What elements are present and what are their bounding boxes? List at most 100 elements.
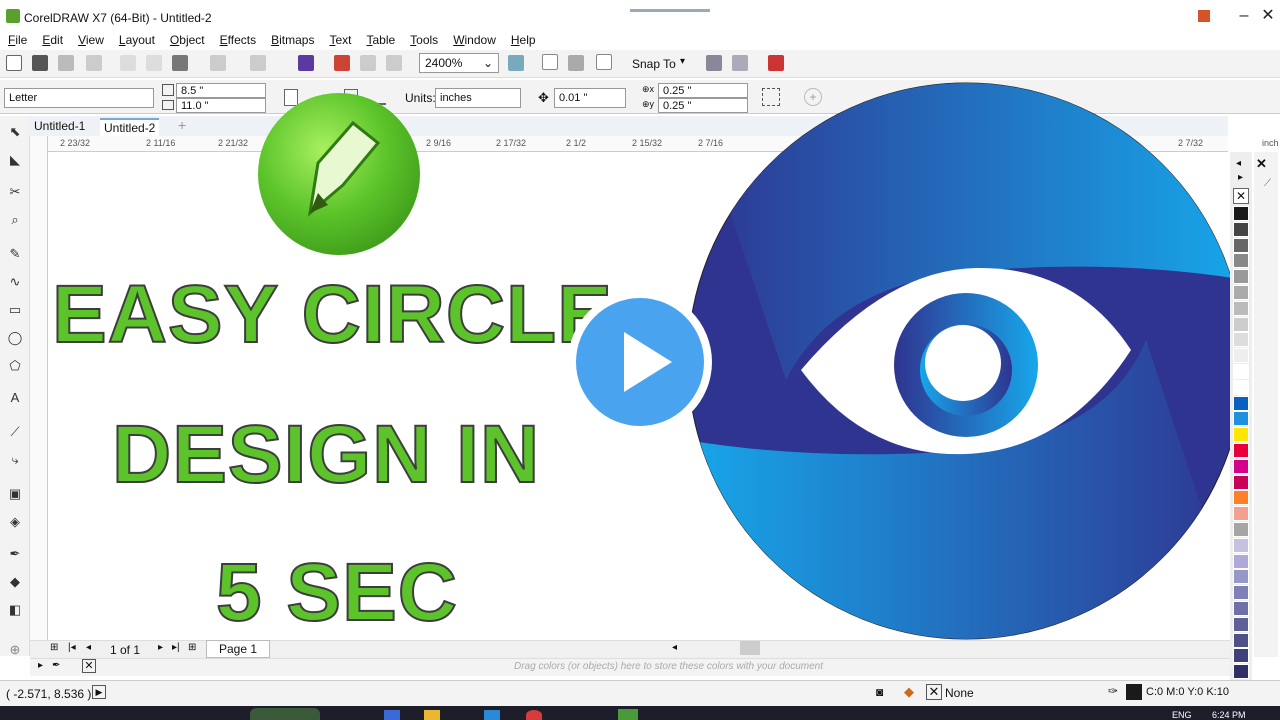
status-play-icon[interactable]: ▶ <box>92 685 106 699</box>
menu-layout[interactable]: Layout <box>111 33 162 47</box>
rectangle-tool-icon[interactable]: ▭ <box>6 302 24 320</box>
close-docker-icon[interactable]: ✕ <box>1256 156 1267 172</box>
first-page-icon[interactable]: ⊞ <box>50 642 58 653</box>
copy-icon[interactable] <box>146 55 162 71</box>
page-tab[interactable]: Page 1 <box>206 640 271 658</box>
palette-swatch[interactable] <box>1233 553 1249 569</box>
palette-swatch[interactable] <box>1233 395 1249 411</box>
palette-swatch[interactable] <box>1233 585 1249 601</box>
palette-scroll-up-icon[interactable]: ▸ <box>1238 172 1243 183</box>
palette-swatch[interactable] <box>1233 632 1249 648</box>
palette-swatch[interactable] <box>1233 348 1249 364</box>
palette-swatch[interactable] <box>1233 506 1249 522</box>
fill-settings-icon[interactable]: ◙ <box>876 685 883 699</box>
tab-untitled-2[interactable]: Untitled-2 <box>100 118 160 136</box>
scroll-left-icon[interactable]: ◂ <box>672 642 677 653</box>
polygon-tool-icon[interactable]: ⬠ <box>6 358 24 376</box>
text-tool-icon[interactable]: A <box>6 390 24 408</box>
palette-swatch[interactable] <box>1233 316 1249 332</box>
palette-swatch[interactable] <box>1233 616 1249 632</box>
palette-swatch[interactable] <box>1233 269 1249 285</box>
options-icon[interactable] <box>706 55 722 71</box>
palette-swatch[interactable] <box>1233 601 1249 616</box>
search-content-icon[interactable] <box>298 55 314 71</box>
palette-swatch[interactable] <box>1233 364 1249 379</box>
welcome-screen-icon[interactable] <box>768 55 784 71</box>
zoom-tool-icon[interactable]: ⌕ <box>6 212 24 230</box>
application-launcher-icon[interactable] <box>732 55 748 71</box>
page-height-field[interactable]: 11.0 " <box>176 98 266 113</box>
palette-swatch[interactable] <box>1233 474 1249 490</box>
horizontal-scroll-thumb[interactable] <box>740 641 760 655</box>
menu-text[interactable]: Text <box>321 33 358 47</box>
eyedropper-small-icon[interactable]: ✒ <box>52 660 60 671</box>
print-icon[interactable] <box>86 55 102 71</box>
palette-swatch[interactable] <box>1233 664 1249 680</box>
language-indicator[interactable]: ENG <box>1172 710 1192 720</box>
menu-edit[interactable]: Edit <box>34 33 70 47</box>
connector-tool-icon[interactable]: ⤷ <box>6 452 24 470</box>
paste-icon[interactable] <box>172 55 188 71</box>
outline-pen-icon[interactable]: ✑ <box>1108 684 1118 698</box>
taskbar-app-icon[interactable] <box>384 710 400 720</box>
last-page-button[interactable]: ▸| <box>172 642 180 653</box>
close-button[interactable]: ✕ <box>1250 4 1280 28</box>
palette-swatch[interactable] <box>1233 537 1249 553</box>
parallel-dimension-icon[interactable]: ⟋ <box>6 424 24 442</box>
no-color-icon[interactable]: ✕ <box>82 659 96 673</box>
menu-effects[interactable]: Effects <box>212 33 263 47</box>
show-guidelines-icon[interactable] <box>596 54 612 70</box>
shape-tool-icon[interactable]: ◣ <box>6 152 24 170</box>
page-size-select[interactable]: Letter <box>4 88 154 108</box>
nudge-distance-field[interactable]: 0.01 " <box>554 88 626 108</box>
undo-icon[interactable] <box>210 55 226 71</box>
taskbar-app-icon[interactable] <box>250 708 320 720</box>
user-icon[interactable] <box>1186 4 1222 28</box>
taskbar-app-icon[interactable] <box>484 710 500 720</box>
palette-swatch[interactable] <box>1233 221 1249 237</box>
menu-table[interactable]: Table <box>358 33 402 47</box>
taskbar-app-icon[interactable] <box>526 710 542 720</box>
palette-swatch[interactable] <box>1233 332 1249 348</box>
palette-swatch[interactable] <box>1233 411 1249 427</box>
redo-icon[interactable] <box>250 55 266 71</box>
add-tool-icon[interactable]: ⊕ <box>6 642 24 660</box>
palette-swatch[interactable] <box>1233 253 1249 269</box>
eyedropper-icon[interactable]: ✒ <box>6 546 24 564</box>
menu-object[interactable]: Object <box>162 33 212 47</box>
menu-help[interactable]: Help <box>503 33 543 47</box>
palette-menu-icon[interactable]: ◂ <box>1236 158 1241 169</box>
import-icon[interactable] <box>334 55 350 71</box>
new-tab-icon[interactable]: + <box>178 117 186 133</box>
menu-bitmaps[interactable]: Bitmaps <box>263 33 321 47</box>
taskbar-app-icon[interactable] <box>424 710 440 720</box>
new-document-icon[interactable] <box>6 55 22 71</box>
transparency-tool-icon[interactable]: ◈ <box>6 514 24 532</box>
publish-pdf-icon[interactable] <box>386 55 402 71</box>
menu-tools[interactable]: Tools <box>402 33 445 47</box>
page-width-field[interactable]: 8.5 " <box>176 83 266 98</box>
add-page-icon[interactable]: ⊞ <box>188 642 196 653</box>
show-grid-icon[interactable] <box>568 55 584 71</box>
crop-tool-icon[interactable]: ✂ <box>6 184 24 202</box>
freehand-tool-icon[interactable]: ✎ <box>6 246 24 264</box>
vertical-scrollbar[interactable] <box>1254 152 1278 657</box>
ellipse-tool-icon[interactable]: ◯ <box>6 330 24 348</box>
palette-swatch[interactable] <box>1233 443 1249 458</box>
menu-window[interactable]: Window <box>445 33 503 47</box>
palette-swatch[interactable] <box>1233 490 1249 506</box>
palette-swatch[interactable] <box>1233 458 1249 474</box>
interactive-fill-icon[interactable]: ◆ <box>6 574 24 592</box>
palette-swatch[interactable] <box>1233 427 1249 443</box>
snap-to-dropdown[interactable]: Snap To <box>632 57 676 71</box>
no-color-swatch[interactable]: ✕ <box>1233 188 1249 204</box>
zoom-level-select[interactable]: 2400% ⌄ <box>419 53 499 73</box>
vertical-ruler[interactable] <box>30 136 48 656</box>
pick-tool-icon[interactable]: ⬉ <box>6 124 24 142</box>
palette-swatch[interactable] <box>1233 522 1249 537</box>
show-rulers-icon[interactable] <box>542 54 558 70</box>
taskbar-coreldraw-icon[interactable] <box>618 709 638 720</box>
fill-bucket-icon[interactable]: ◆ <box>904 684 914 700</box>
artistic-media-icon[interactable]: ∿ <box>6 274 24 292</box>
drop-shadow-icon[interactable]: ▣ <box>6 486 24 504</box>
